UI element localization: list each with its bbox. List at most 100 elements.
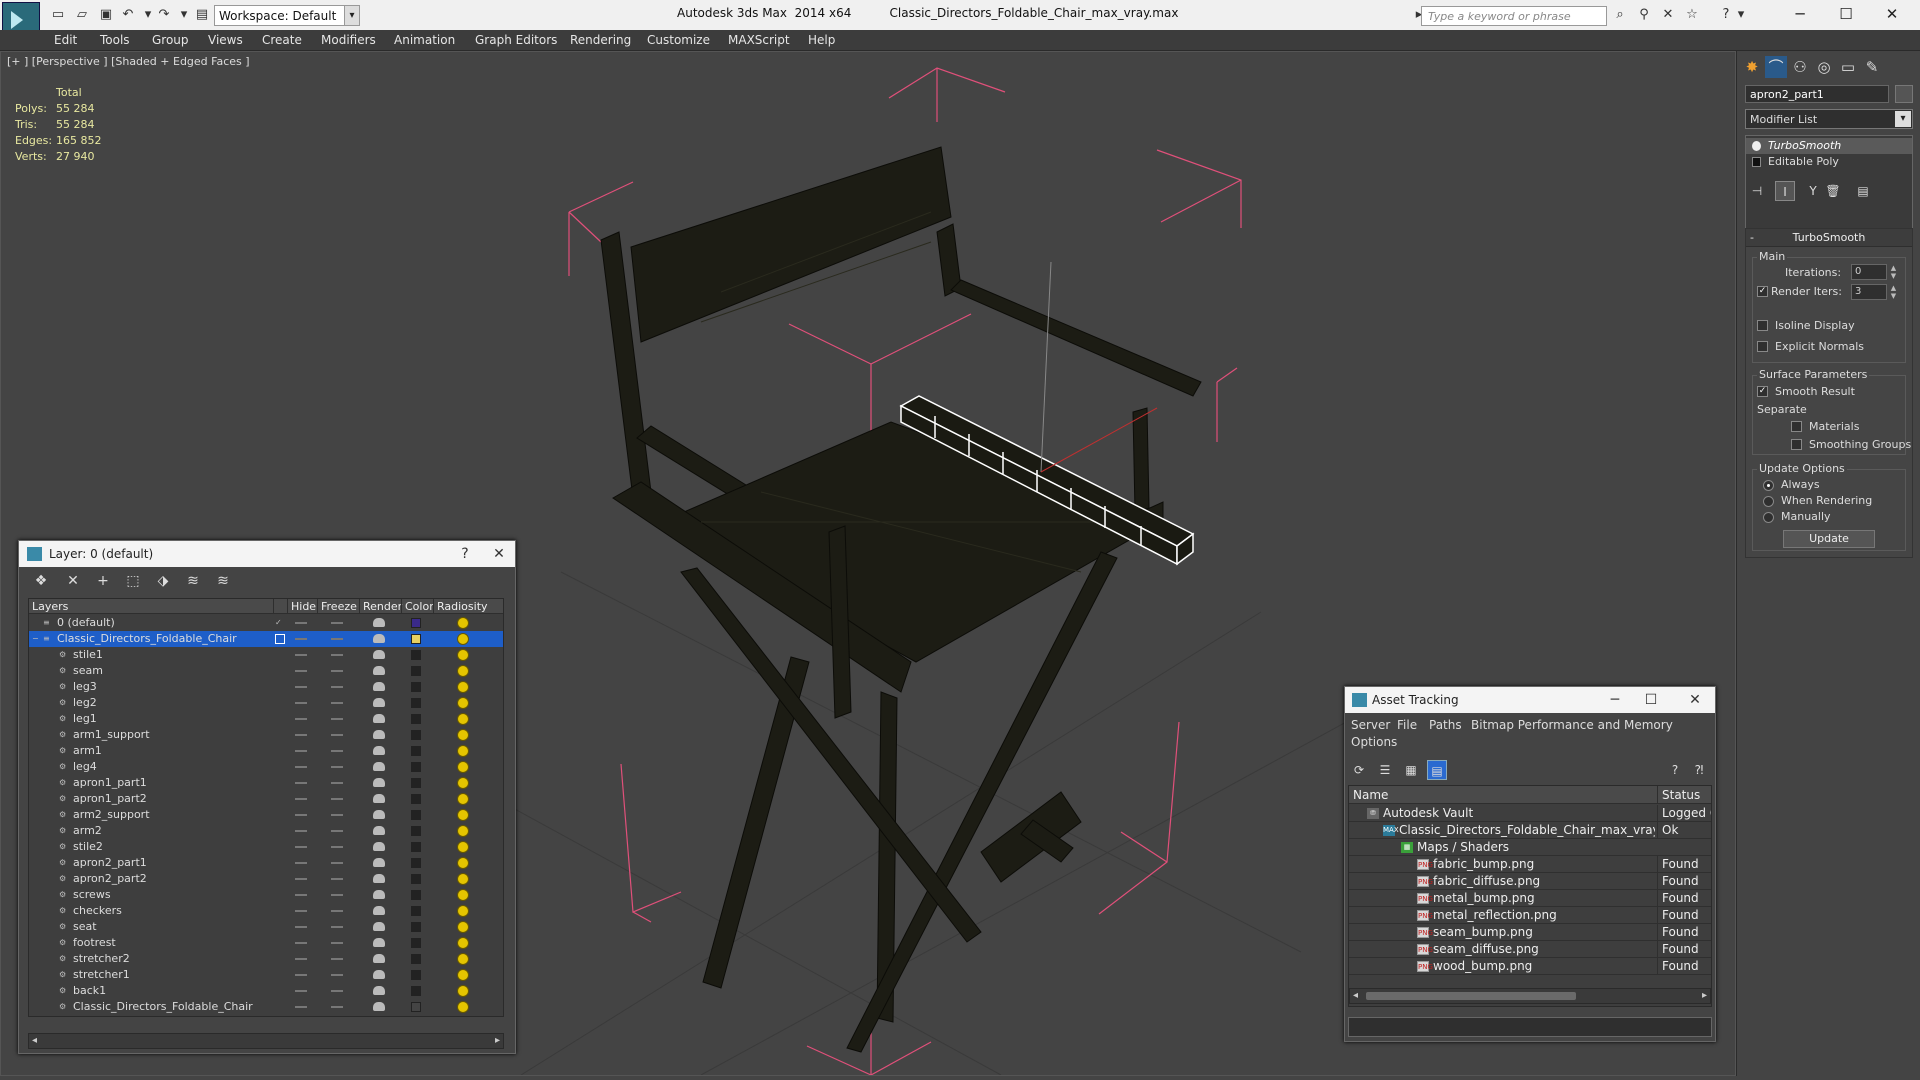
materials-checkbox[interactable] xyxy=(1791,421,1802,432)
explicit-normals-checkbox[interactable] xyxy=(1757,341,1768,352)
asset-row[interactable]: PNG metal_reflection.png Found xyxy=(1349,907,1711,924)
radiosity-icon[interactable] xyxy=(457,793,469,805)
freeze-toggle[interactable] xyxy=(331,862,343,864)
hide-toggle[interactable] xyxy=(295,990,307,992)
chevron-down-icon[interactable]: ▾ xyxy=(1895,111,1911,127)
freeze-toggle[interactable] xyxy=(331,958,343,960)
remove-modifier-icon[interactable]: 🗑 xyxy=(1823,181,1843,201)
menu-edit[interactable]: Edit xyxy=(54,33,77,47)
hide-toggle[interactable] xyxy=(295,814,307,816)
radiosity-icon[interactable] xyxy=(457,841,469,853)
radiosity-icon[interactable] xyxy=(457,665,469,677)
layer-color-swatch[interactable] xyxy=(411,714,421,724)
layer-color-swatch[interactable] xyxy=(411,890,421,900)
workspace-dropdown[interactable]: Workspace: Default xyxy=(214,5,360,26)
layer-color-swatch[interactable] xyxy=(411,762,421,772)
render-teapot-icon[interactable] xyxy=(373,682,385,691)
layer-color-swatch[interactable] xyxy=(411,778,421,788)
create-layer-icon[interactable]: ❖ xyxy=(31,571,51,591)
layer-help-icon[interactable]: ? xyxy=(451,541,479,567)
smooth-result-checkbox[interactable]: ✓ xyxy=(1757,386,1768,397)
asset-row[interactable]: PNG fabric_bump.png Found xyxy=(1349,856,1711,873)
layer-row[interactable]: ⚙ stile1 xyxy=(29,647,503,663)
viewport-label[interactable]: [+ ] [Perspective ] [Shaded + Edged Face… xyxy=(7,55,250,68)
radiosity-icon[interactable] xyxy=(457,745,469,757)
freeze-toggle[interactable] xyxy=(331,686,343,688)
render-teapot-icon[interactable] xyxy=(373,842,385,851)
close-icon[interactable]: ✕ xyxy=(1872,3,1912,27)
asset-scroll-left-icon[interactable]: ◂ xyxy=(1353,989,1358,1003)
always-radio[interactable] xyxy=(1763,480,1774,491)
freeze-toggle[interactable] xyxy=(331,782,343,784)
radiosity-icon[interactable] xyxy=(457,969,469,981)
favorites-star-icon[interactable]: ☆ xyxy=(1684,7,1700,23)
radiosity-icon[interactable] xyxy=(457,857,469,869)
layer-row[interactable]: ⚙ leg4 xyxy=(29,759,503,775)
hide-toggle[interactable] xyxy=(295,862,307,864)
layer-row[interactable]: ⚙ Classic_Directors_Foldable_Chair xyxy=(29,999,503,1015)
collapse-icon[interactable]: − xyxy=(32,634,42,644)
layer-row[interactable]: ⚙ back1 xyxy=(29,983,503,999)
asset-help-context-icon[interactable]: ⁈ xyxy=(1689,760,1709,780)
isoline-display-checkbox[interactable] xyxy=(1757,320,1768,331)
modify-tab-icon[interactable]: ⌒ xyxy=(1765,56,1787,78)
radiosity-icon[interactable] xyxy=(457,921,469,933)
asset-row[interactable]: PNG metal_bump.png Found xyxy=(1349,890,1711,907)
iterations-spin-arrows[interactable]: ▲ ▼ xyxy=(1889,264,1898,280)
layer-row[interactable]: ⚙ seam xyxy=(29,663,503,679)
freeze-toggle[interactable] xyxy=(331,974,343,976)
layer-color-swatch[interactable] xyxy=(411,1002,421,1012)
minimize-icon[interactable]: ─ xyxy=(1780,3,1820,27)
layer-color-swatch[interactable] xyxy=(411,874,421,884)
col-render[interactable]: Render xyxy=(359,599,402,614)
layer-row[interactable]: ⚙ footrest xyxy=(29,935,503,951)
layer-color-swatch[interactable] xyxy=(411,634,421,644)
save-file-icon[interactable]: ▣ xyxy=(98,7,114,23)
freeze-toggle[interactable] xyxy=(331,734,343,736)
refresh-icon[interactable]: ⟳ xyxy=(1349,760,1369,780)
hide-toggle[interactable] xyxy=(295,734,307,736)
communication-icon[interactable]: ✕ xyxy=(1660,7,1676,23)
freeze-toggle[interactable] xyxy=(331,990,343,992)
render-teapot-icon[interactable] xyxy=(373,730,385,739)
manually-radio[interactable] xyxy=(1763,512,1774,523)
current-layer-box-icon[interactable] xyxy=(275,634,285,644)
table-view-icon[interactable]: ▤ xyxy=(1427,760,1447,780)
layer-color-swatch[interactable] xyxy=(411,970,421,980)
layer-dialog-titlebar[interactable]: Layer: 0 (default) ? ✕ xyxy=(19,541,515,567)
radiosity-icon[interactable] xyxy=(457,809,469,821)
display-tab-icon[interactable]: ▭ xyxy=(1837,56,1859,78)
layer-color-swatch[interactable] xyxy=(411,858,421,868)
layer-row[interactable]: ⚙ arm1 xyxy=(29,743,503,759)
layer-color-swatch[interactable] xyxy=(411,698,421,708)
hide-toggle[interactable] xyxy=(295,894,307,896)
asset-menu-server[interactable]: Server xyxy=(1351,718,1390,732)
freeze-toggle[interactable] xyxy=(331,654,343,656)
layer-hscrollbar[interactable]: ◂ ▸ xyxy=(28,1033,504,1049)
hide-toggle[interactable] xyxy=(295,958,307,960)
radiosity-icon[interactable] xyxy=(457,873,469,885)
help-icon[interactable]: ? xyxy=(1718,7,1734,23)
asset-menu-paths[interactable]: Paths xyxy=(1429,718,1462,732)
layer-row[interactable]: ⚙ arm1_support xyxy=(29,727,503,743)
expand-icon[interactable] xyxy=(1752,157,1761,167)
asset-row[interactable]: PNG fabric_diffuse.png Found xyxy=(1349,873,1711,890)
menu-maxscript[interactable]: MAXScript xyxy=(728,33,790,47)
layer-color-swatch[interactable] xyxy=(411,826,421,836)
subscription-icon[interactable]: ⚲ xyxy=(1636,7,1652,23)
render-teapot-icon[interactable] xyxy=(373,618,385,627)
maximize-icon[interactable]: ☐ xyxy=(1826,3,1866,27)
col-layers[interactable]: Layers xyxy=(29,599,273,614)
render-teapot-icon[interactable] xyxy=(373,906,385,915)
layer-row[interactable]: ≡ 0 (default) ✓ xyxy=(29,615,503,631)
layer-color-swatch[interactable] xyxy=(411,938,421,948)
layer-color-swatch[interactable] xyxy=(411,842,421,852)
menu-animation[interactable]: Animation xyxy=(394,33,455,47)
layer-row[interactable]: ⚙ apron1_part1 xyxy=(29,775,503,791)
radiosity-icon[interactable] xyxy=(457,729,469,741)
render-teapot-icon[interactable] xyxy=(373,890,385,899)
freeze-toggle[interactable] xyxy=(331,878,343,880)
render-teapot-icon[interactable] xyxy=(373,778,385,787)
hide-toggle[interactable] xyxy=(295,686,307,688)
help-dropdown-icon[interactable]: ▾ xyxy=(1736,7,1746,23)
